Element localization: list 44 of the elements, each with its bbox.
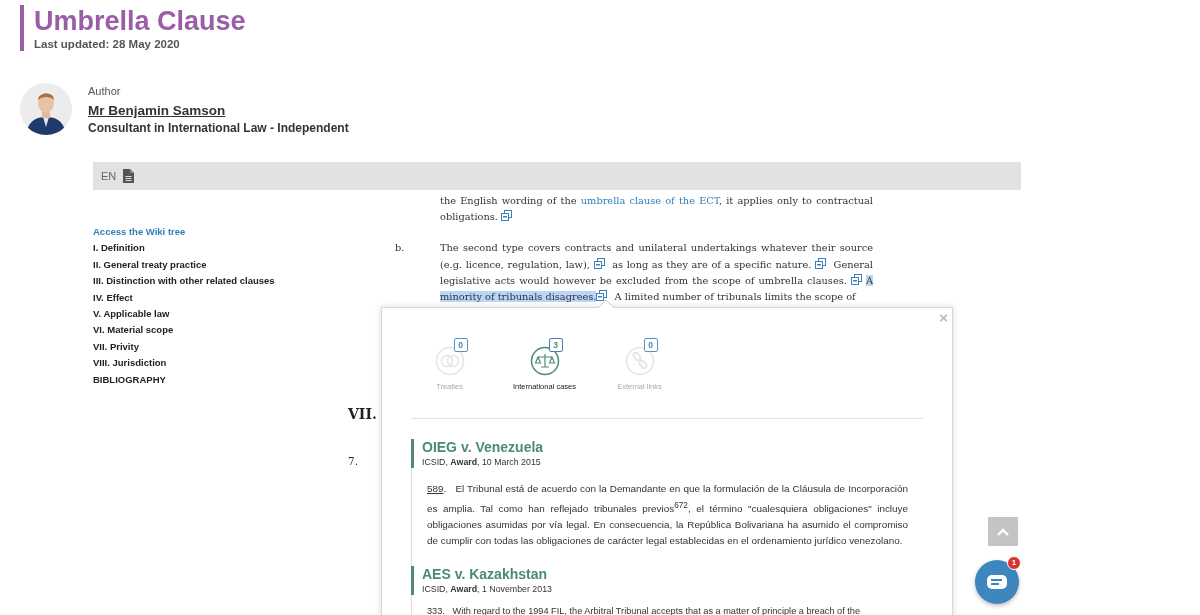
list-marker: b. [395,242,405,254]
copy-icon[interactable] [815,257,826,269]
copy-icon[interactable] [501,210,513,222]
author-role: Consultant in International Law - Independent [88,121,349,136]
notification-badge: 1 [1007,556,1021,570]
sidebar-item[interactable]: BIBLIOGRAPHY [93,371,166,389]
case-excerpt: 333. With regard to the 1994 FIL, the Arbitral Tribunal accepts that as a matter of principle a breach of the [427,605,862,615]
paragraph: The second type covers contracts and unilateral undertakings whatever their source (e.g. licence, regulation, law), as long as they are of a specific nature. General legislative acts would however be excluded from the scope of umbrella clauses. A minority of tribunals disagrees. A limited number of tribunals limits the scope of [440,241,873,305]
inline-link[interactable]: umbrella clause of the ECT [580,195,719,206]
case-meta: ICSID, Award, 1 November 2013 [422,583,552,596]
section-heading: VII. [348,405,377,424]
sidebar-item[interactable]: V. Applicable law [93,306,170,323]
case-title-link[interactable]: OIEG v. Venezuela [422,439,544,456]
sidebar-item[interactable]: VI. Material scope [93,322,174,339]
chat-icon [987,575,1007,589]
language-button[interactable]: EN [101,170,117,182]
sidebar-item[interactable]: VIII. Jurisdiction [93,355,167,372]
chevron-up-icon [997,527,1009,536]
copy-icon[interactable] [850,273,862,285]
scales-icon [529,346,560,376]
count-badge: 3 [548,338,563,352]
copy-icon[interactable] [596,290,608,301]
rings-icon [434,346,465,376]
last-updated: Last updated: 28 May 2020 [34,37,181,51]
count-badge: 0 [453,338,468,352]
sidebar-item[interactable]: II. General treaty practice [93,256,207,274]
sidebar-item[interactable]: IV. Effect [93,289,133,307]
list-marker: 7. [348,455,359,468]
copy-icon[interactable] [593,257,605,269]
case-meta: ICSID, Award, 10 March 2015 [422,456,541,468]
chain-link-icon [624,346,655,376]
case-title-link[interactable]: AES v. Kazakhstan [422,566,547,584]
author-name-link[interactable]: Mr Benjamin Samson [88,101,226,121]
sidebar-item[interactable]: VII. Privity [93,338,139,356]
sidebar-item[interactable]: I. Definition [93,240,145,257]
document-icon[interactable] [123,169,135,183]
avatar [20,83,72,135]
wiki-tree-link[interactable]: Access the Wiki tree [93,224,186,241]
case-excerpt: 589. El Tribunal está de acuerdo con la Demandante en que la formulación de la Cláusula de Incorporación es amplia. Tal como han reflejado tribunales previos$^{672}$, el término "cualesquiera obligaciones" incluye obligaciones asumidas por vía legal. En consecuencia, la República Bolivariana ha asumido el compromiso de cumplir con todas las obligaciones de carácter legal establecidas en el ordenamiento jurídico venezolano. [427,482,908,548]
paragraph: the English wording of the umbrella clause of the ECT, it applies only to contractual obligations. [440,194,873,225]
page-title: Umbrella Clause [34,5,246,37]
author-label: Author [88,84,121,98]
count-badge: 0 [643,338,658,352]
sidebar-item[interactable]: III. Distinction with other related clauses [93,273,275,290]
